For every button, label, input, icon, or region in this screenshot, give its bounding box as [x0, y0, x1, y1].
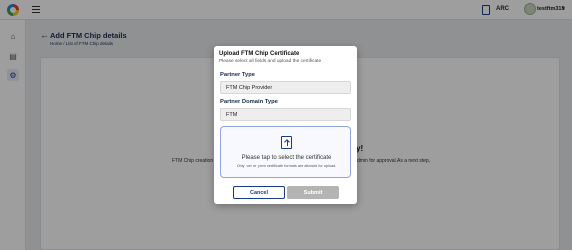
submit-button[interactable]: Submit: [287, 186, 339, 199]
partner-type-label: Partner Type: [220, 72, 256, 78]
upload-certificate-modal: Upload FTM Chip Certificate Please selec…: [214, 46, 357, 204]
partner-domain-field[interactable]: FTM: [220, 108, 351, 121]
file-upload-icon: [281, 136, 292, 149]
modal-subtitle: Please select all fields and upload the …: [219, 59, 322, 64]
dropzone-text: Please tap to select the certificate: [241, 155, 332, 161]
dropzone-hint: Only .cer or .pem certificate formats ar…: [236, 164, 337, 168]
partner-domain-label: Partner Domain Type: [220, 99, 278, 105]
partner-type-field[interactable]: FTM Chip Provider: [220, 81, 351, 94]
certificate-dropzone[interactable]: Please tap to select the certificate Onl…: [220, 126, 351, 178]
modal-title: Upload FTM Chip Certificate: [219, 51, 300, 57]
cancel-button[interactable]: Cancel: [233, 186, 285, 199]
